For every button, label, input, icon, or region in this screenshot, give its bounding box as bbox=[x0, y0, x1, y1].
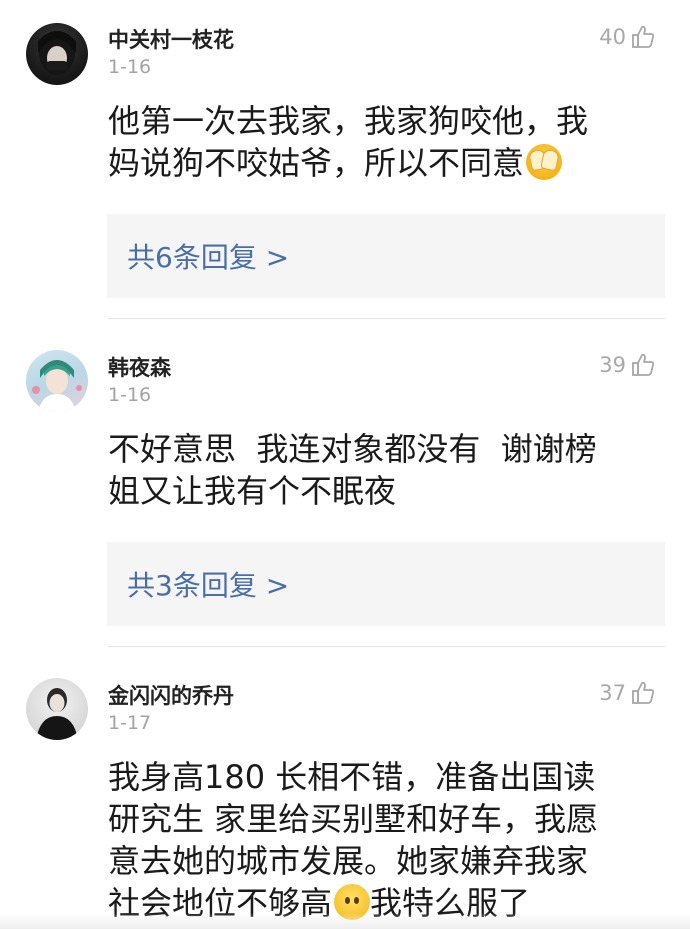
avatar[interactable] bbox=[26, 678, 88, 740]
comment-divider bbox=[108, 646, 665, 647]
like-button[interactable]: 40 bbox=[599, 24, 656, 50]
comment-divider bbox=[108, 318, 665, 319]
avatar[interactable] bbox=[26, 350, 88, 412]
username[interactable]: 中关村一枝花 bbox=[108, 24, 234, 54]
avatar[interactable] bbox=[26, 23, 88, 85]
comment-text-line: 我身高180 长相不错，准备出国读 bbox=[108, 758, 596, 796]
comment-text-line: 不好意思 我连对象都没有 谢谢榜 bbox=[108, 430, 597, 468]
face-covering-eyes-emoji bbox=[526, 144, 563, 180]
comment-text-line: 妈说狗不咬姑爷，所以不同意 bbox=[108, 142, 668, 184]
comment-date: 1-16 bbox=[108, 384, 152, 406]
thumbs-up-icon bbox=[632, 353, 655, 376]
like-button[interactable]: 39 bbox=[599, 352, 656, 378]
like-count: 39 bbox=[599, 353, 626, 377]
comment-text: 不好意思 我连对象都没有 谢谢榜 姐又让我有个不眠夜 bbox=[108, 428, 668, 512]
comment-text: 他第一次去我家，我家狗咬他，我 妈说狗不咬姑爷，所以不同意 bbox=[108, 100, 668, 184]
comment-date: 1-16 bbox=[108, 56, 152, 78]
comment-text-line: 姐又让我有个不眠夜 bbox=[108, 472, 397, 510]
bottom-edge-shadow bbox=[0, 913, 690, 929]
comment-text-line: 意去她的城市发展。她家嫌弃我家 bbox=[108, 842, 589, 880]
dark-hair-girl-avatar-image bbox=[38, 31, 76, 75]
thumbs-up-icon bbox=[632, 681, 655, 704]
replies-label: 共6条回复 > bbox=[127, 241, 290, 274]
anime-character-avatar-image bbox=[32, 360, 82, 412]
like-count: 40 bbox=[599, 25, 626, 49]
replies-label: 共3条回复 > bbox=[127, 569, 290, 602]
comment-text-fragment: 妈说狗不咬姑爷，所以不同意 bbox=[108, 144, 525, 182]
comment-text: 我身高180 长相不错，准备出国读 研究生 家里给买别墅和好车，我愿 意去她的城… bbox=[108, 756, 668, 924]
comment-text-line: 他第一次去我家，我家狗咬他，我 bbox=[108, 102, 589, 140]
thumbs-up-icon bbox=[632, 25, 655, 48]
like-button[interactable]: 37 bbox=[599, 680, 656, 706]
like-count: 37 bbox=[599, 681, 626, 705]
comment-text-line: 研究生 家里给买别墅和好车，我愿 bbox=[108, 800, 599, 838]
username[interactable]: 韩夜森 bbox=[108, 352, 171, 382]
view-replies-button[interactable]: 共3条回复 > bbox=[107, 542, 665, 626]
username[interactable]: 金闪闪的乔丹 bbox=[108, 680, 234, 710]
man-in-black-avatar-image bbox=[36, 688, 78, 740]
comment-date: 1-17 bbox=[108, 712, 152, 734]
view-replies-button[interactable]: 共6条回复 > bbox=[107, 214, 665, 298]
